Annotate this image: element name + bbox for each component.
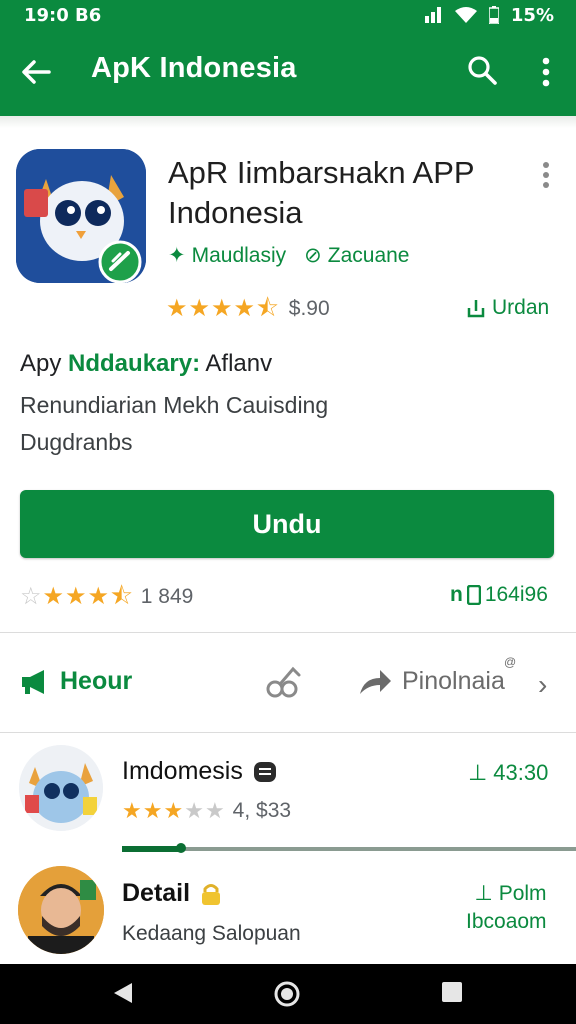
item-right-value: ⊥ Polm Ibcoaom <box>466 882 547 933</box>
pin-action[interactable]: Pinolnaia @ <box>358 655 516 696</box>
app-bar-title: ApK Indonesia <box>91 52 297 84</box>
item-stars: ★ ★ ★ ★ ★ <box>122 798 225 823</box>
share-icon[interactable] <box>263 661 305 703</box>
pin-badge: @ <box>504 655 517 669</box>
app-title: ApR Iimbarsнakn APP Indonesia <box>168 155 475 230</box>
description-line-3: Dugdranbs <box>20 429 133 455</box>
app-bar-shadow <box>0 116 576 128</box>
megaphone-icon <box>22 669 44 694</box>
star-outline-icon: ☆ <box>20 583 42 610</box>
nav-back-icon[interactable] <box>112 981 134 1005</box>
developer-line: ✦ Maudlasiy ⊘ Zacuane <box>168 243 410 268</box>
download-icon <box>467 300 485 318</box>
chat-icon <box>253 761 276 782</box>
app-icon[interactable] <box>16 149 146 283</box>
star-icon: ★ <box>65 583 87 610</box>
install-button[interactable]: Undu <box>20 490 554 558</box>
star-icon: ★ <box>188 295 211 322</box>
list-item-title[interactable]: Detail <box>122 879 222 908</box>
download-link[interactable]: Urdan <box>466 296 549 320</box>
signal-icon <box>424 7 441 23</box>
star-icon: ★ <box>87 583 110 610</box>
heur-action[interactable]: Heour <box>20 667 132 696</box>
description-accent: Nddaukary: <box>68 350 201 377</box>
status-bar: 19:0 B6 15% <box>0 0 576 30</box>
description-line-2: Renundiarian Mekh Cauisding <box>20 392 329 418</box>
forward-icon <box>360 669 391 694</box>
nav-recents-icon[interactable] <box>441 981 463 1003</box>
chevron-right-icon[interactable]: › <box>538 669 547 701</box>
avatar[interactable] <box>19 745 103 831</box>
navigation-bar <box>0 964 576 1024</box>
more-vert-icon[interactable] <box>530 54 562 90</box>
check-circle-icon: ⊘ <box>304 244 322 267</box>
app-bar: ApK Indonesia <box>0 30 576 116</box>
star-icon: ★ <box>42 583 65 610</box>
downloads-count: n 164i96 <box>450 583 548 606</box>
wifi-icon <box>454 7 477 23</box>
rating-summary: ☆ ★ ★ ★ ⯪ 1 849 <box>20 583 193 611</box>
search-icon[interactable] <box>466 54 500 88</box>
rating-value: $.90 <box>288 297 330 320</box>
nav-home-icon[interactable] <box>273 980 301 1008</box>
list-item-title[interactable]: Imdomesis <box>122 757 277 786</box>
item-right-value: ⊥ 43:30 <box>468 760 549 785</box>
progress-bar[interactable] <box>122 843 576 853</box>
status-time: 19:0 B6 <box>24 4 102 26</box>
star-half-icon: ⯪ <box>256 295 279 322</box>
divider <box>0 632 576 633</box>
star-icon: ★ <box>211 295 233 322</box>
bar-icon: ⊥ <box>468 760 494 785</box>
star-icon: ★ <box>233 295 256 322</box>
summary-value: 1 849 <box>140 585 194 608</box>
list-item-subtitle: Kedaang Salopuan <box>122 922 301 945</box>
developer-link[interactable]: ✦ Maudlasiy <box>168 243 286 268</box>
progress-thumb[interactable] <box>176 843 187 853</box>
list-item-rating: ★ ★ ★ ★ ★ 4, $33 <box>122 797 291 825</box>
battery-icon <box>488 6 499 24</box>
divider <box>0 732 576 733</box>
badge-label: ⊘ Zacuane <box>304 244 410 267</box>
battery-percent: 15% <box>510 4 554 26</box>
sparkle-icon: ✦ <box>168 244 186 267</box>
star-icon: ★ <box>166 295 188 322</box>
item-rating-value: 4, $33 <box>232 799 292 822</box>
summary-stars: ☆ ★ ★ ★ ⯪ <box>20 583 133 611</box>
back-arrow-icon[interactable] <box>18 54 54 90</box>
download-box-icon <box>466 585 481 605</box>
lock-icon <box>202 883 221 905</box>
star-half-icon: ⯪ <box>110 583 133 610</box>
status-icons: 15% <box>424 4 554 26</box>
app-rating: ★ ★ ★ ★ ⯪ $.90 <box>166 295 330 323</box>
progress-fill <box>122 846 182 852</box>
rating-stars: ★ ★ ★ ★ ⯪ <box>166 295 279 323</box>
bar-icon: ⊥ <box>474 882 499 905</box>
avatar[interactable] <box>18 866 104 954</box>
action-row: Heour Pinolnaia @ › <box>0 655 576 715</box>
more-options-icon[interactable] <box>538 160 554 190</box>
description-line-1: Apy Nddaukary: Aflanv <box>20 350 273 377</box>
